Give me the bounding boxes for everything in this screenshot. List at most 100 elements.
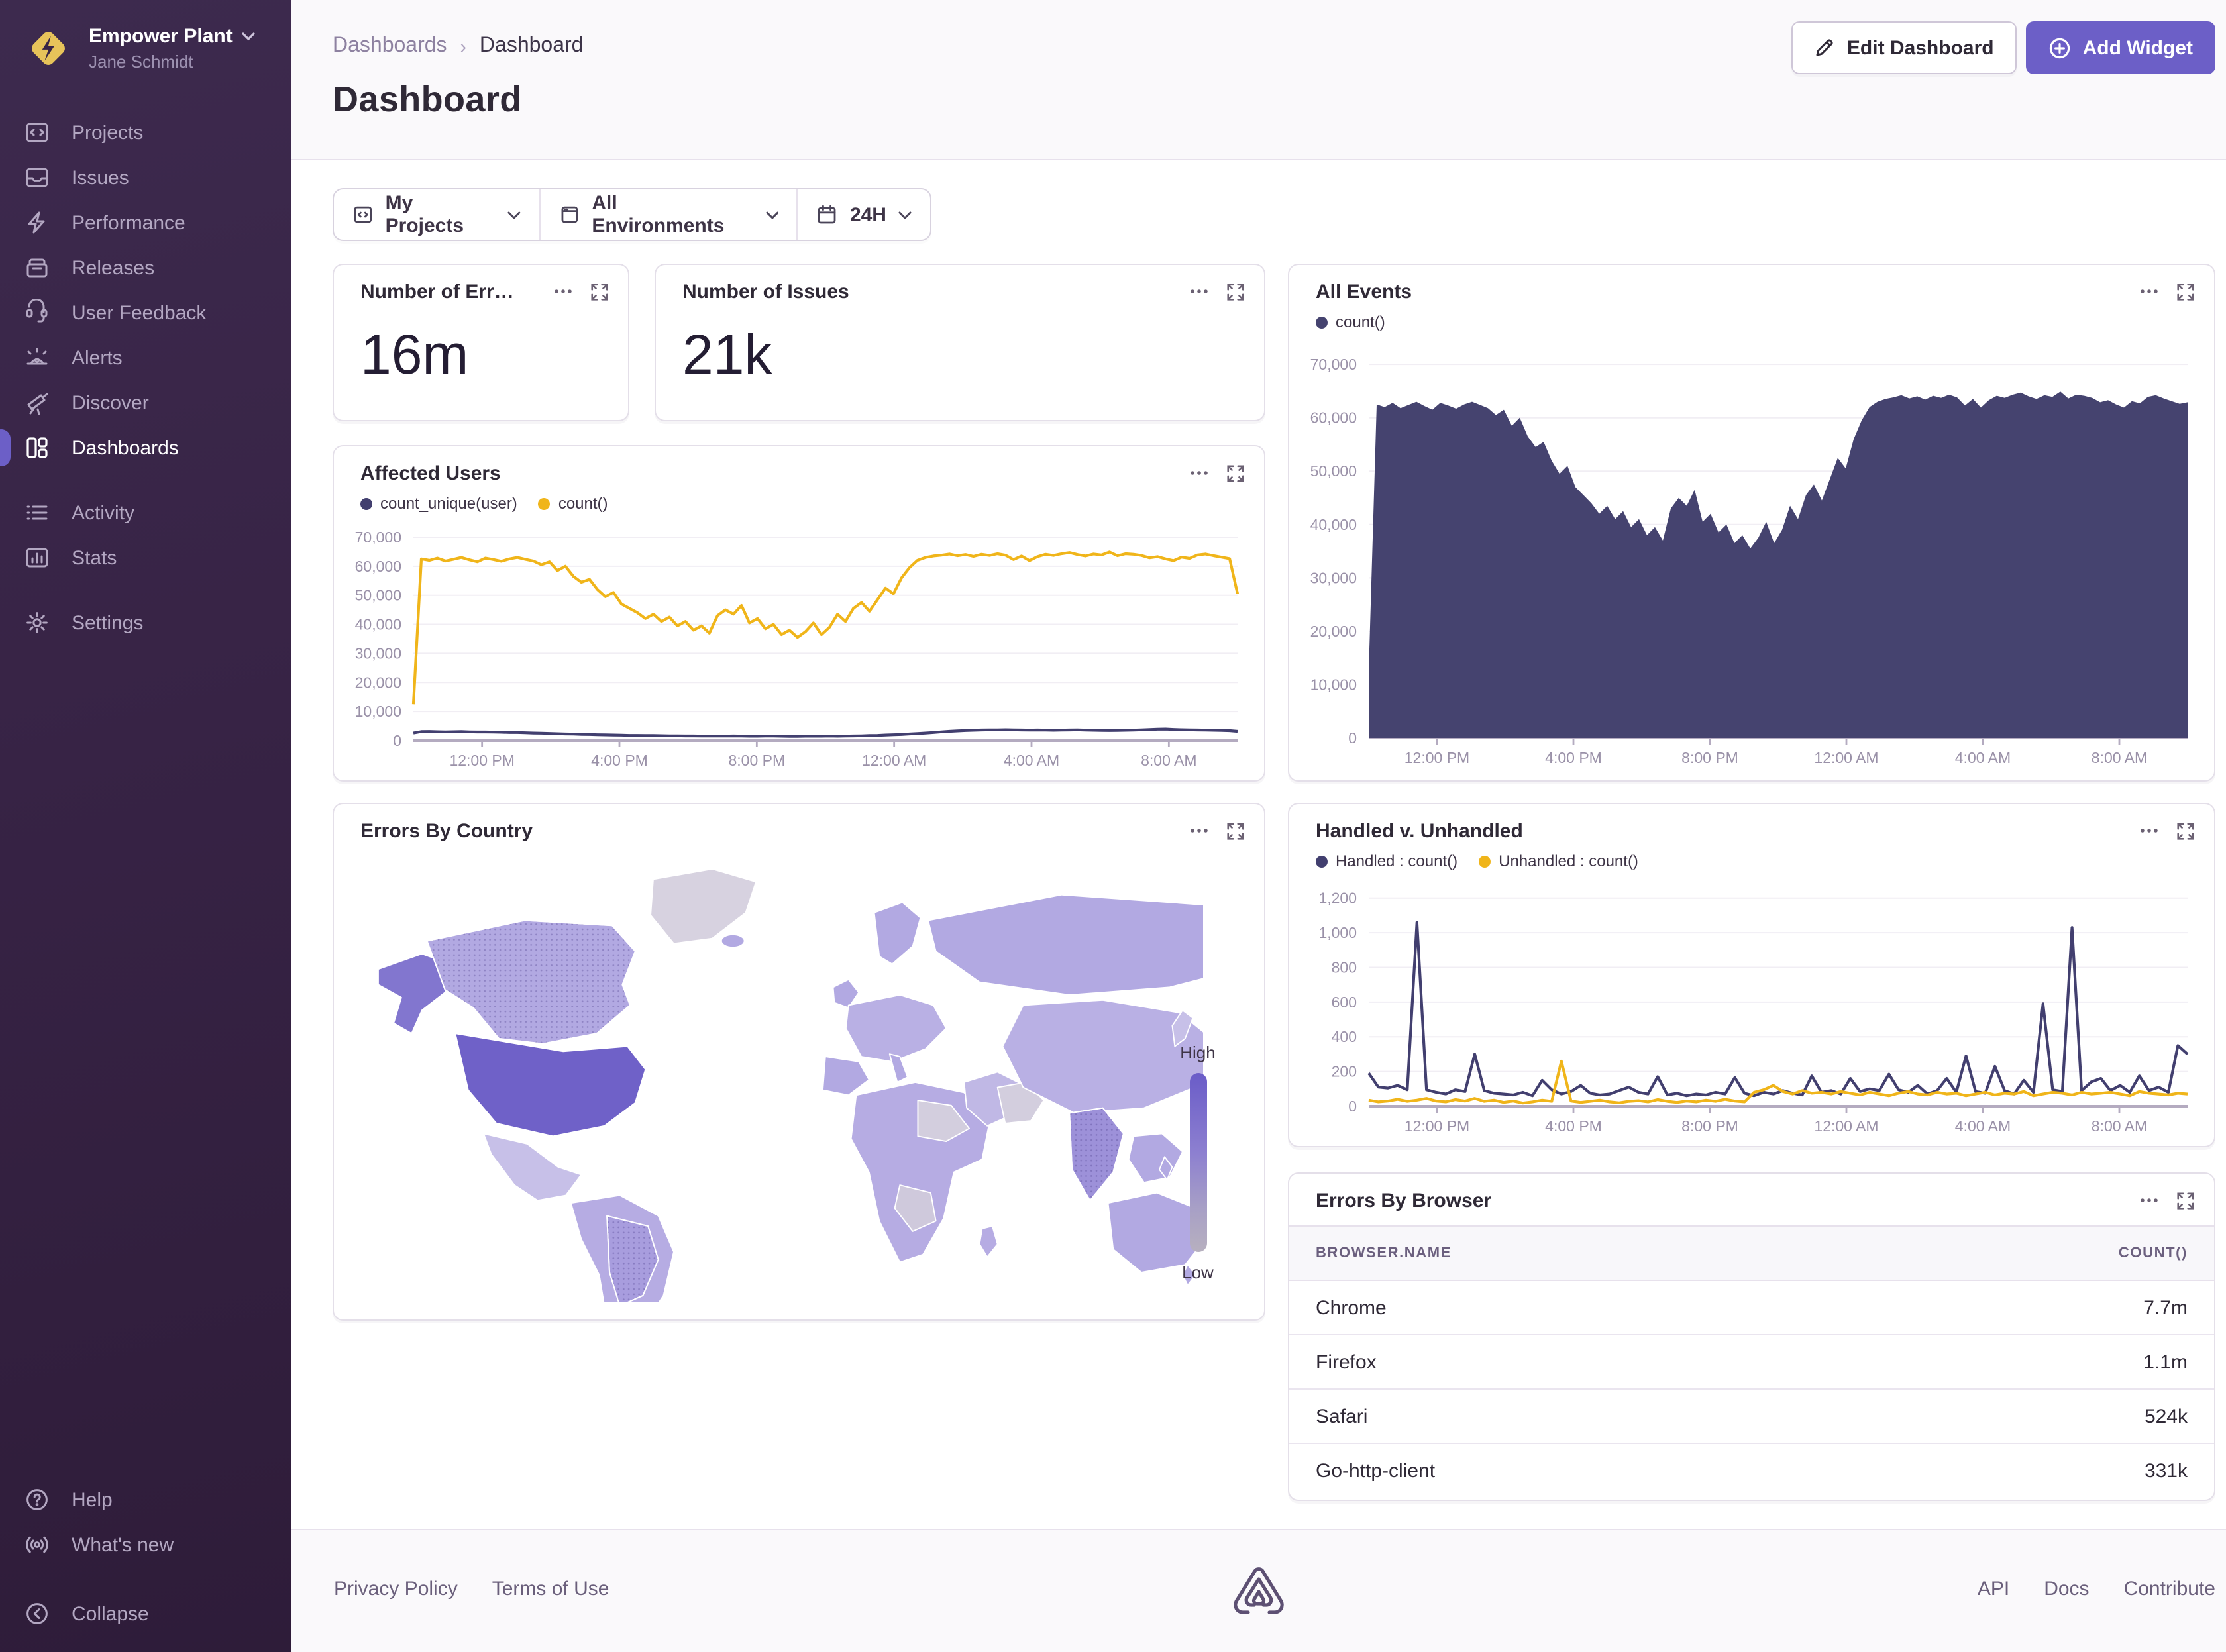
calendar-icon <box>817 204 838 225</box>
column-count: COUNT() <box>2119 1245 2188 1261</box>
svg-text:1,000: 1,000 <box>1318 924 1357 941</box>
browser-name: Firefox <box>1316 1351 1377 1373</box>
privacy-policy-link[interactable]: Privacy Policy <box>334 1578 458 1600</box>
docs-link[interactable]: Docs <box>2044 1578 2089 1600</box>
sidebar-item-settings[interactable]: Settings <box>0 600 292 645</box>
sidebar-item-stats[interactable]: Stats <box>0 535 292 580</box>
add-widget-button[interactable]: Add Widget <box>2026 21 2215 74</box>
widget-expand-icon[interactable] <box>1226 463 1246 483</box>
projects-icon <box>24 119 50 146</box>
breadcrumb-dashboards[interactable]: Dashboards <box>333 34 447 58</box>
time-range-label: 24H <box>850 203 886 226</box>
page-header: Dashboards › Dashboard Dashboard Edit Da… <box>292 0 2226 160</box>
legend-dot <box>539 497 551 509</box>
sidebar-item-alerts[interactable]: Alerts <box>0 335 292 380</box>
widget-menu-icon[interactable] <box>553 281 574 302</box>
sidebar-item-collapse[interactable]: Collapse <box>0 1591 292 1636</box>
settings-icon <box>24 609 50 636</box>
handled-unhandled-chart: 02004006008001,0001,20012:00 PM4:00 PM8:… <box>1305 878 2198 1138</box>
page-footer: Privacy Policy Terms of Use API Docs Con… <box>292 1529 2226 1652</box>
widget-menu-icon[interactable] <box>1189 462 1210 484</box>
sidebar-item-projects[interactable]: Projects <box>0 110 292 155</box>
chart-legend: Handled : count() Unhandled : count() <box>1316 852 1638 870</box>
sidebar-item-activity[interactable]: Activity <box>0 490 292 535</box>
browser-name: Chrome <box>1316 1296 1387 1319</box>
table-row[interactable]: Safari 524k <box>1289 1390 2214 1444</box>
widget-errors-by-country: Errors By Country <box>333 803 1265 1321</box>
add-widget-label: Add Widget <box>2083 36 2193 59</box>
widget-menu-icon[interactable] <box>1189 820 1210 841</box>
stats-icon <box>24 544 50 571</box>
chart-legend: count() <box>1316 313 1385 331</box>
org-logo-icon <box>24 24 73 73</box>
sidebar-item-dashboards[interactable]: Dashboards <box>0 425 292 470</box>
legend-label: count() <box>1336 313 1385 331</box>
svg-text:50,000: 50,000 <box>1310 462 1357 480</box>
svg-text:50,000: 50,000 <box>355 587 401 604</box>
table-row[interactable]: Chrome 7.7m <box>1289 1281 2214 1335</box>
widget-menu-icon[interactable] <box>2139 281 2160 302</box>
projects-filter-label: My Projects <box>386 192 496 237</box>
sidebar-item-discover[interactable]: Discover <box>0 380 292 425</box>
widget-menu-icon[interactable] <box>2139 820 2160 841</box>
org-name: Empower Plant <box>89 25 233 48</box>
table-row[interactable]: Firefox 1.1m <box>1289 1335 2214 1390</box>
widget-title: Number of Issues <box>682 281 849 303</box>
sidebar-item-label: Dashboards <box>72 437 179 459</box>
projects-filter[interactable]: My Projects <box>334 189 539 240</box>
chart-legend: count_unique(user) count() <box>360 494 608 513</box>
svg-text:60,000: 60,000 <box>1310 409 1357 427</box>
svg-text:12:00 AM: 12:00 AM <box>862 752 926 769</box>
contribute-link[interactable]: Contribute <box>2124 1578 2215 1600</box>
widget-menu-icon[interactable] <box>1189 281 1210 302</box>
svg-text:0: 0 <box>1348 1098 1357 1115</box>
time-range-filter[interactable]: 24H <box>797 189 930 240</box>
sidebar-nav: Projects Issues Performance Releases Use… <box>0 110 292 645</box>
sidebar-item-releases[interactable]: Releases <box>0 245 292 290</box>
table-row[interactable]: Go-http-client 331k <box>1289 1444 2214 1498</box>
widget-expand-icon[interactable] <box>2176 1190 2196 1210</box>
edit-dashboard-label: Edit Dashboard <box>1847 36 1994 59</box>
breadcrumb-chevron-icon: › <box>460 36 466 57</box>
widget-handled-v-unhandled: Handled v. Unhandled Handled : count() U… <box>1288 803 2215 1147</box>
sidebar-item-whats-new[interactable]: What's new <box>0 1522 292 1567</box>
widget-title: Number of Err… <box>360 281 514 303</box>
svg-text:600: 600 <box>1332 994 1357 1011</box>
sidebar-item-user-feedback[interactable]: User Feedback <box>0 290 292 335</box>
browser-name: Safari <box>1316 1405 1367 1427</box>
edit-dashboard-button[interactable]: Edit Dashboard <box>1791 21 2017 74</box>
legend-dot <box>1316 316 1328 328</box>
widget-title: Errors By Country <box>360 820 533 843</box>
sidebar-item-label: Performance <box>72 211 186 234</box>
svg-text:4:00 AM: 4:00 AM <box>1955 749 2011 766</box>
project-icon <box>352 204 374 225</box>
widget-expand-icon[interactable] <box>1226 282 1246 301</box>
issues-count-value: 21k <box>682 323 772 387</box>
org-switcher[interactable]: Empower Plant Jane Schmidt <box>0 0 292 91</box>
sidebar-item-help[interactable]: Help <box>0 1477 292 1522</box>
breadcrumb-current: Dashboard <box>480 34 584 58</box>
sidebar-item-performance[interactable]: Performance <box>0 200 292 245</box>
svg-text:12:00 AM: 12:00 AM <box>1814 749 1878 766</box>
widget-expand-icon[interactable] <box>2176 282 2196 301</box>
browser-name: Go-http-client <box>1316 1460 1435 1482</box>
widget-expand-icon[interactable] <box>590 282 610 301</box>
sidebar-item-label: Discover <box>72 391 149 414</box>
terms-of-use-link[interactable]: Terms of Use <box>492 1578 610 1600</box>
widget-expand-icon[interactable] <box>2176 821 2196 841</box>
sidebar-item-issues[interactable]: Issues <box>0 155 292 200</box>
widget-menu-icon[interactable] <box>2139 1190 2160 1211</box>
legend-label: Unhandled : count() <box>1499 852 1638 870</box>
svg-text:8:00 PM: 8:00 PM <box>1681 1117 1738 1135</box>
sidebar-item-label: Releases <box>72 256 154 279</box>
sidebar-item-label: Projects <box>72 121 143 144</box>
svg-text:70,000: 70,000 <box>1310 356 1357 373</box>
page-title: Dashboard <box>333 79 522 121</box>
environments-filter[interactable]: All Environments <box>539 189 797 240</box>
svg-text:12:00 PM: 12:00 PM <box>449 752 514 769</box>
widget-expand-icon[interactable] <box>1226 821 1246 841</box>
map-legend: High Low <box>1171 1043 1224 1282</box>
svg-text:8:00 AM: 8:00 AM <box>2092 749 2147 766</box>
sidebar-item-label: Stats <box>72 546 117 569</box>
api-link[interactable]: API <box>1978 1578 2009 1600</box>
